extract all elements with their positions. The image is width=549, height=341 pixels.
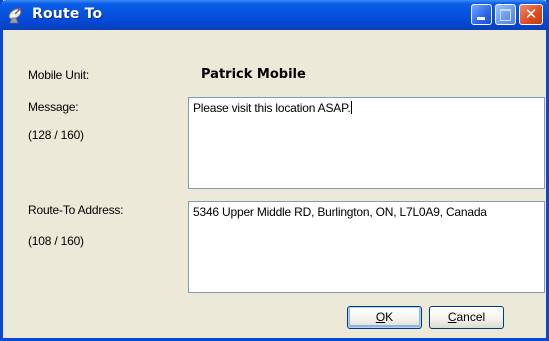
satellite-dish-icon — [7, 6, 25, 24]
ok-label-rest: K — [385, 310, 394, 324]
cancel-button[interactable]: Cancel — [429, 306, 504, 329]
maximize-button[interactable] — [495, 4, 516, 25]
route-to-address-label: Route-To Address: — [28, 203, 124, 217]
close-icon: ✕ — [524, 5, 538, 23]
message-char-count: (128 / 160) — [28, 128, 84, 142]
route-to-dialog: Route To ✕ Mobile Unit: Patrick Mobile M… — [0, 0, 549, 341]
mobile-unit-value: Patrick Mobile — [201, 67, 306, 82]
route-to-address-field[interactable]: 5346 Upper Middle RD, Burlington, ON, L7… — [188, 201, 545, 293]
window-title: Route To — [32, 6, 103, 22]
mobile-unit-label: Mobile Unit: — [28, 68, 89, 82]
ok-button[interactable]: OK — [347, 306, 422, 329]
ok-mnemonic: O — [375, 310, 386, 324]
title-bar[interactable]: Route To ✕ — [0, 0, 549, 30]
close-button[interactable]: ✕ — [519, 4, 543, 25]
text-caret — [351, 101, 353, 114]
address-text: 5346 Upper Middle RD, Burlington, ON, L7… — [193, 205, 487, 219]
address-char-count: (108 / 160) — [28, 234, 84, 248]
message-text: Please visit this location ASAP. — [193, 101, 351, 115]
cancel-label-rest: ancel — [456, 310, 486, 324]
message-label: Message: — [28, 100, 79, 114]
message-field[interactable]: Please visit this location ASAP. — [188, 97, 545, 189]
minimize-button[interactable] — [471, 4, 492, 25]
